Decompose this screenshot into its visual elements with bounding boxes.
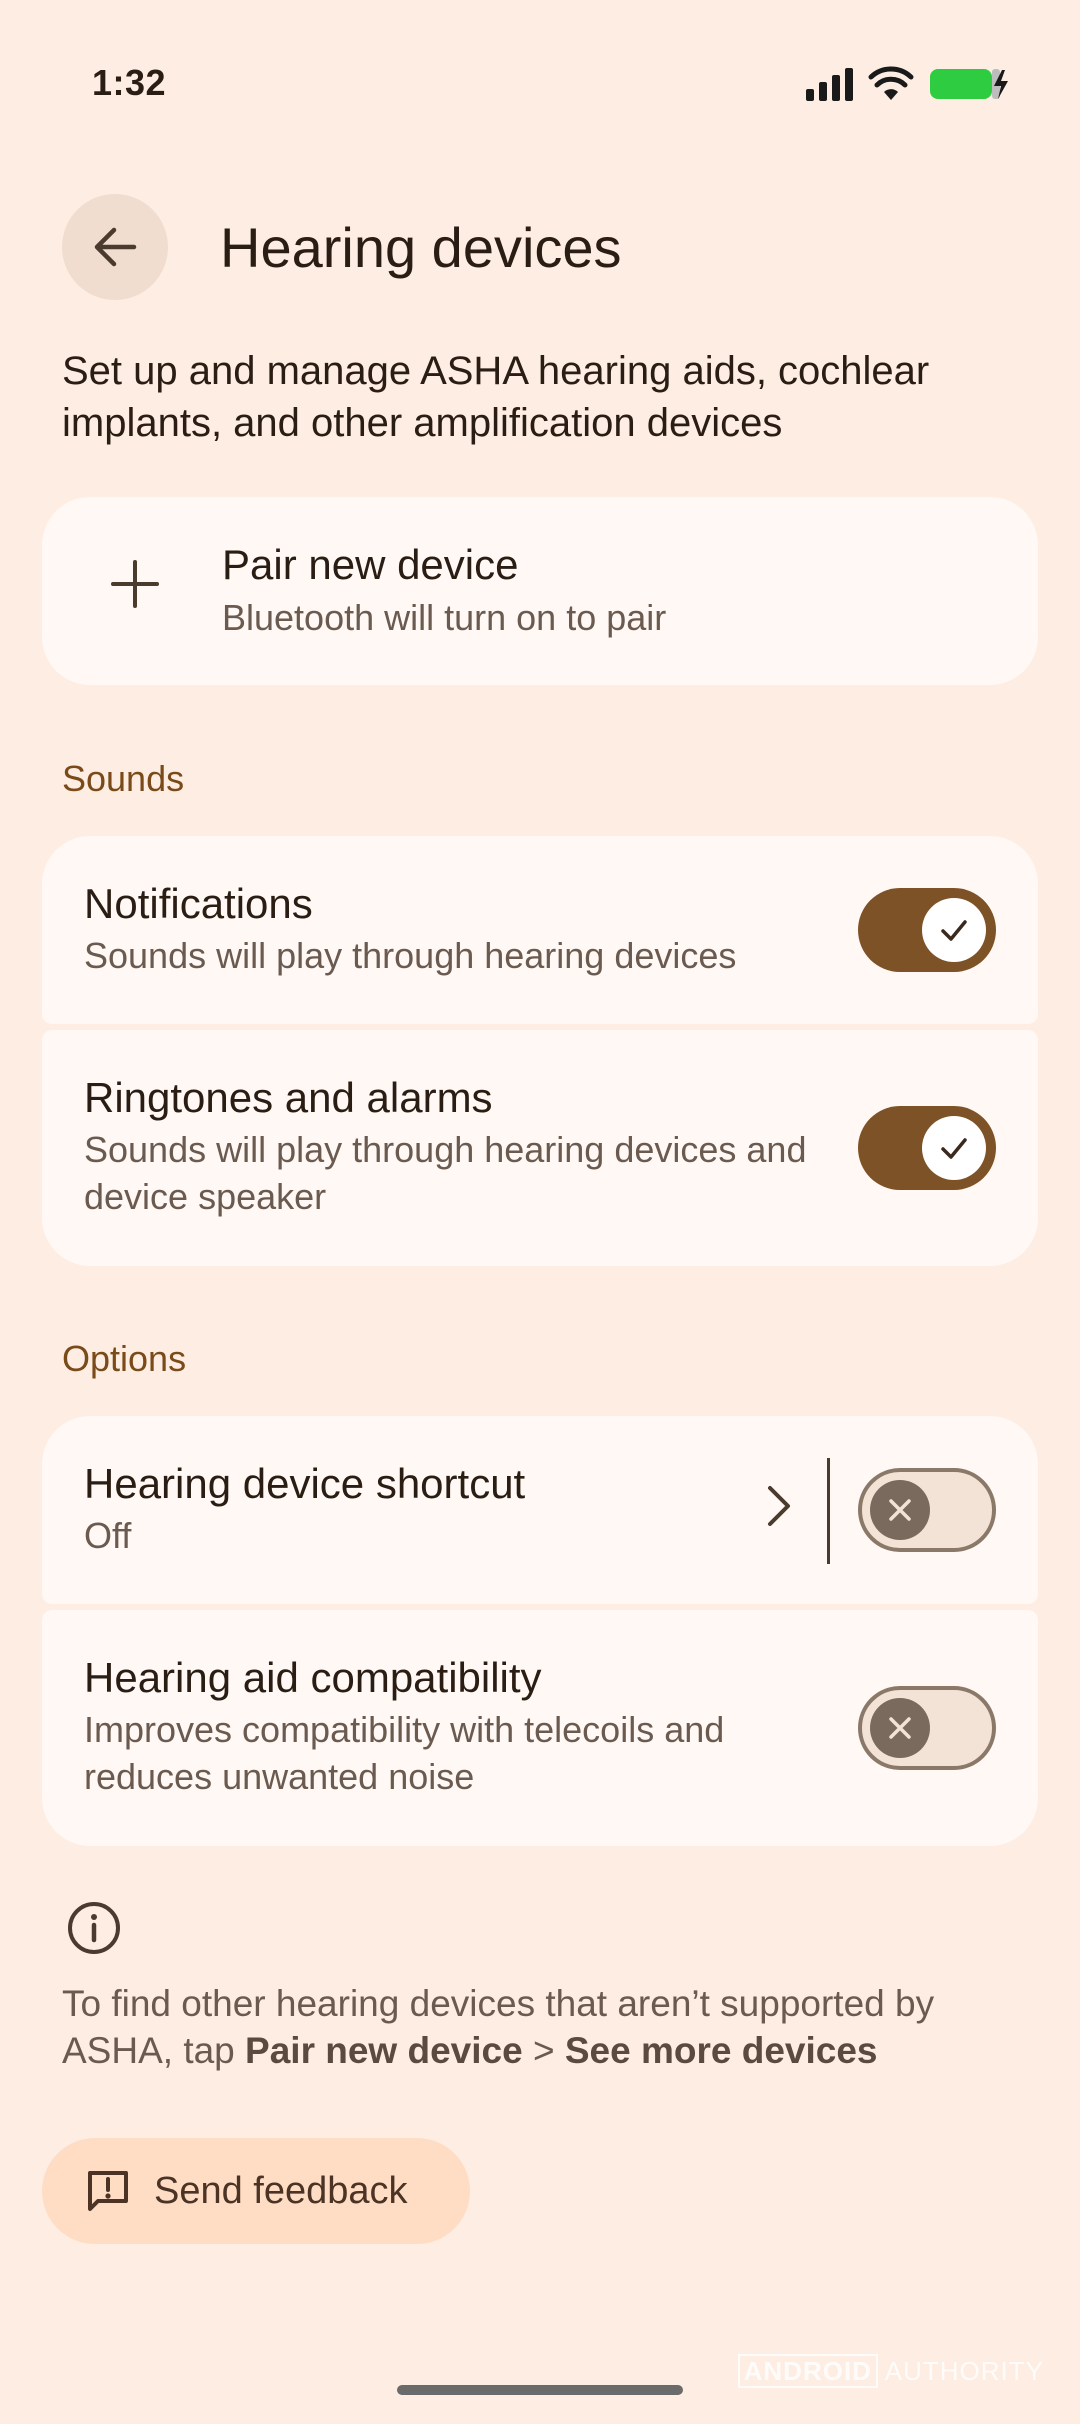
watermark: ANDROID AUTHORITY bbox=[737, 2354, 1044, 2388]
watermark-part-1: ANDROID bbox=[737, 2354, 878, 2388]
notifications-row[interactable]: Notifications Sounds will play through h… bbox=[42, 836, 1038, 1024]
hearing-device-shortcut-subtitle: Off bbox=[84, 1515, 132, 1556]
ringtones-alarms-title: Ringtones and alarms bbox=[84, 1074, 493, 1121]
battery-charging-icon bbox=[930, 69, 1008, 99]
footer-separator: > bbox=[522, 2030, 565, 2071]
info-icon bbox=[68, 1902, 120, 1954]
send-feedback-label: Send feedback bbox=[154, 2169, 408, 2212]
notifications-title: Notifications bbox=[84, 880, 313, 927]
hearing-aid-compatibility-subtitle: Improves compatibility with telecoils an… bbox=[84, 1709, 725, 1797]
feedback-icon bbox=[88, 2171, 128, 2211]
footer-link-pair-new-device: Pair new device bbox=[245, 2030, 523, 2071]
signal-icon bbox=[806, 68, 853, 101]
send-feedback-button[interactable]: Send feedback bbox=[42, 2138, 470, 2244]
ringtones-alarms-subtitle: Sounds will play through hearing devices… bbox=[84, 1129, 807, 1217]
close-icon bbox=[889, 1717, 911, 1739]
status-time: 1:32 bbox=[92, 62, 167, 103]
footer-link-see-more-devices: See more devices bbox=[564, 2030, 878, 2071]
switch-thumb bbox=[922, 1116, 986, 1180]
vertical-divider bbox=[827, 1458, 830, 1564]
switch-thumb bbox=[870, 1698, 930, 1758]
status-bar: 1:32 bbox=[0, 0, 1080, 150]
hearing-aid-compatibility-switch[interactable] bbox=[858, 1686, 996, 1770]
arrow-back-icon bbox=[94, 227, 137, 267]
back-button[interactable] bbox=[62, 194, 168, 300]
footer-info-text: To find other hearing devices that aren’… bbox=[62, 1980, 1022, 2074]
chevron-right-icon[interactable] bbox=[766, 1484, 792, 1528]
check-icon bbox=[941, 920, 967, 941]
close-icon bbox=[889, 1499, 911, 1521]
page-description: Set up and manage ASHA hearing aids, coc… bbox=[62, 349, 930, 445]
section-label-sounds: Sounds bbox=[62, 758, 185, 799]
section-label-options: Options bbox=[62, 1338, 187, 1379]
notifications-switch[interactable] bbox=[858, 888, 996, 972]
watermark-part-2: AUTHORITY bbox=[884, 2356, 1044, 2386]
home-indicator[interactable] bbox=[397, 2385, 683, 2395]
pair-new-device-card[interactable]: Pair new device Bluetooth will turn on t… bbox=[42, 497, 1038, 685]
plus-icon bbox=[111, 560, 159, 608]
ringtones-alarms-row[interactable]: Ringtones and alarms Sounds will play th… bbox=[42, 1030, 1038, 1266]
ringtones-alarms-switch[interactable] bbox=[858, 1106, 996, 1190]
page-title: Hearing devices bbox=[220, 216, 622, 279]
hearing-aid-compatibility-title: Hearing aid compatibility bbox=[84, 1654, 542, 1701]
hearing-aid-compatibility-row[interactable]: Hearing aid compatibility Improves compa… bbox=[42, 1610, 1038, 1846]
pair-new-device-subtitle: Bluetooth will turn on to pair bbox=[222, 597, 667, 638]
hearing-device-shortcut-row[interactable]: Hearing device shortcut Off bbox=[42, 1416, 1038, 1604]
check-icon bbox=[941, 1138, 967, 1159]
hearing-device-shortcut-switch[interactable] bbox=[858, 1468, 996, 1552]
pair-new-device-title: Pair new device bbox=[222, 541, 519, 588]
screen: 1:32 Hearing devices Set up and manage A… bbox=[0, 0, 1080, 2424]
hearing-device-shortcut-title: Hearing device shortcut bbox=[84, 1460, 526, 1507]
status-icons bbox=[804, 66, 1012, 102]
wifi-icon bbox=[868, 66, 914, 100]
switch-thumb bbox=[870, 1480, 930, 1540]
notifications-subtitle: Sounds will play through hearing devices bbox=[84, 935, 737, 976]
switch-thumb bbox=[922, 898, 986, 962]
